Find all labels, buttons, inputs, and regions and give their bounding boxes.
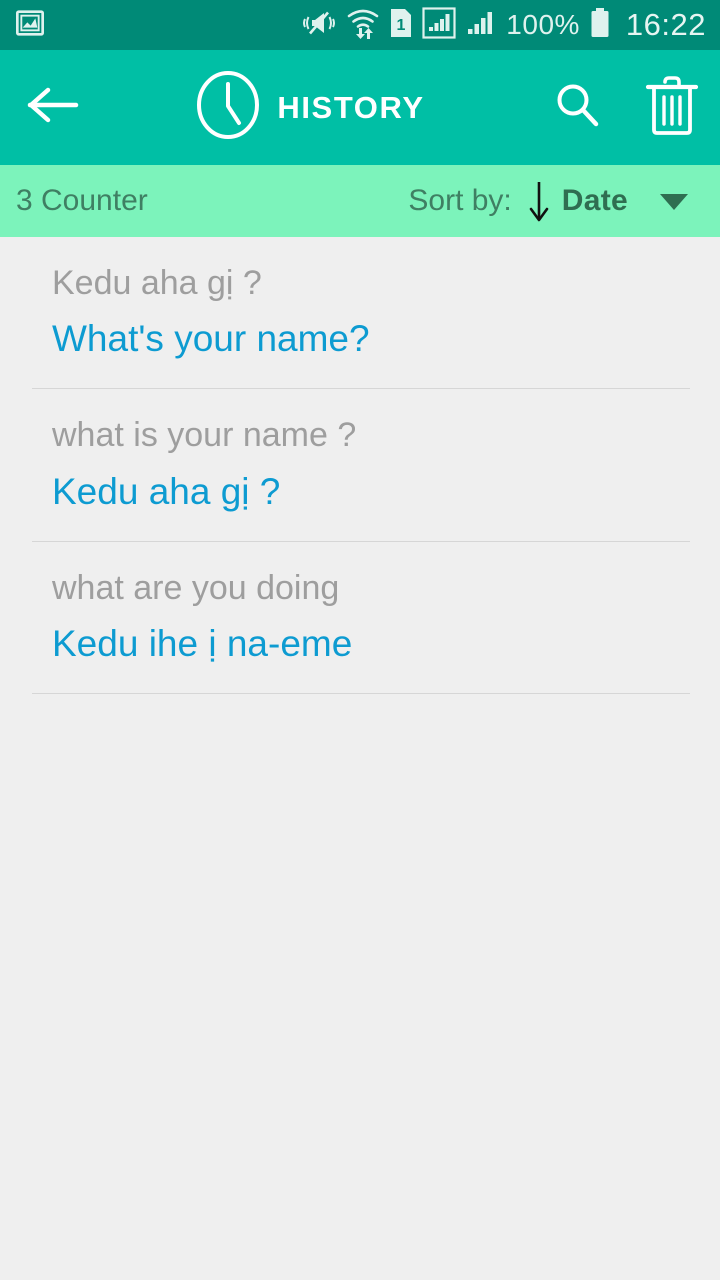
history-list-item[interactable]: what are you doing Kedu ihe ị na-eme	[0, 542, 720, 667]
status-bar: 1 100% 16:22	[0, 0, 720, 50]
search-icon	[551, 79, 603, 136]
history-translation-text: What's your name?	[52, 318, 370, 360]
signal-sim2-icon	[465, 7, 497, 44]
page-title: HISTORY	[277, 89, 425, 125]
wifi-transfer-icon	[346, 7, 380, 44]
history-source-text: Kedu aha gị ?	[52, 264, 262, 302]
status-bar-indicators: 1 100% 16:22	[301, 6, 706, 44]
arrow-left-icon	[24, 85, 80, 130]
sort-descending-icon[interactable]	[526, 178, 552, 224]
sort-control[interactable]: Sort by: Date	[408, 178, 720, 224]
list-divider	[32, 693, 690, 695]
status-bar-clock: 16:22	[625, 7, 706, 42]
chevron-down-icon[interactable]	[628, 190, 720, 212]
sort-by-label: Sort by:	[408, 184, 512, 217]
history-translation-text: Kedu ihe ị na-eme	[52, 623, 353, 665]
vibrate-mute-icon	[301, 8, 337, 43]
history-translation-text: Kedu aha gị ?	[52, 470, 281, 512]
svg-text:1: 1	[397, 17, 406, 34]
search-button[interactable]	[530, 79, 624, 136]
app-bar-title-group: HISTORY	[90, 70, 530, 145]
sort-bar: 3 Counter Sort by: Date	[0, 165, 720, 237]
battery-percent-label: 100%	[506, 9, 580, 40]
clock-icon	[195, 70, 261, 145]
sort-value-label: Date	[561, 184, 628, 217]
history-list[interactable]: Kedu aha gị ? What's your name? what is …	[0, 237, 720, 1280]
trash-icon	[644, 74, 700, 141]
counter-label: 3 Counter	[16, 184, 148, 217]
history-list-item[interactable]: Kedu aha gị ? What's your name?	[0, 237, 720, 362]
sim-1-icon: 1	[389, 7, 413, 44]
back-button[interactable]	[0, 85, 104, 130]
signal-sim1-icon	[422, 6, 456, 44]
history-source-text: what is your name ?	[52, 416, 357, 455]
screenshot-image-icon	[14, 7, 46, 44]
battery-full-icon	[589, 7, 611, 44]
app-bar: HISTORY	[0, 50, 720, 165]
delete-all-button[interactable]	[624, 74, 720, 141]
history-source-text: what are you doing	[52, 568, 340, 607]
history-screen: 1 100% 16:22 HISTORY 3 Counter Sort by: …	[0, 0, 720, 1280]
status-bar-notifications	[14, 7, 46, 44]
history-list-item[interactable]: what is your name ? Kedu aha gị ?	[0, 389, 720, 514]
